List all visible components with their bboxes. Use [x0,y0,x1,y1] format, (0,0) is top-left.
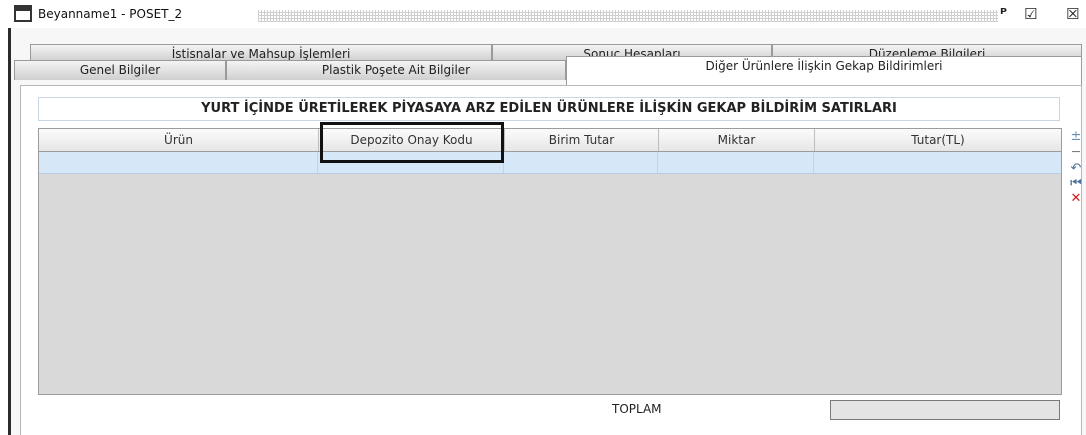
tab-label: Plastik Poşete Ait Bilgiler [321,63,471,77]
tab-diger-urunlere[interactable]: Diğer Ürünlere İlişkin Gekap Bildirimler… [566,56,1082,86]
undo-icon[interactable]: ↶ [1067,162,1085,176]
column-header-birim-tutar[interactable]: Birim Tutar [505,129,659,151]
title-bar-pattern [258,10,998,22]
cell-urun[interactable] [39,152,318,173]
highlight-box [320,122,504,163]
maximize-icon[interactable]: ☑ [1024,6,1037,22]
cell-miktar[interactable] [658,152,814,173]
add-row-icon[interactable]: ± [1067,130,1085,144]
first-row-icon[interactable]: ⏮ [1067,177,1085,191]
window-title: Beyanname1 - POSET_2 [38,7,183,21]
restore-icon[interactable]: ᴾ [1000,6,1007,22]
tab-genel-bilgiler[interactable]: Genel Bilgiler [14,60,226,80]
cell-birim-tutar[interactable] [504,152,658,173]
tab-plastik-posete[interactable]: Plastik Poşete Ait Bilgiler [226,60,566,80]
column-header-miktar[interactable]: Miktar [659,129,815,151]
close-icon[interactable]: ☒ [1066,6,1079,22]
remove-row-icon[interactable]: ─ [1067,146,1085,160]
table-row[interactable] [39,152,1061,174]
section-title: YURT İÇİNDE ÜRETİLEREK PİYASAYA ARZ EDİL… [38,97,1060,121]
total-label: TOPLAM [612,402,662,416]
tab-istisnalar[interactable]: İstisnalar ve Mahsup İşlemleri [30,44,492,61]
tab-label: İstisnalar ve Mahsup İşlemleri [171,47,351,61]
window-icon [14,5,32,22]
column-header-tutar[interactable]: Tutar(TL) [815,129,1061,151]
delete-icon[interactable]: ✕ [1067,192,1085,206]
tab-label: Genel Bilgiler [79,63,161,77]
column-header-urun[interactable]: Ürün [39,129,319,151]
grid-header: Ürün Depozito Onay Kodu Birim Tutar Mikt… [38,128,1062,152]
title-bar: Beyanname1 - POSET_2 ᴾ ☑ ☒ [8,2,1086,28]
total-field [830,400,1060,420]
tab-label: Diğer Ürünlere İlişkin Gekap Bildirimler… [705,59,943,73]
cell-tutar[interactable] [814,152,1061,173]
